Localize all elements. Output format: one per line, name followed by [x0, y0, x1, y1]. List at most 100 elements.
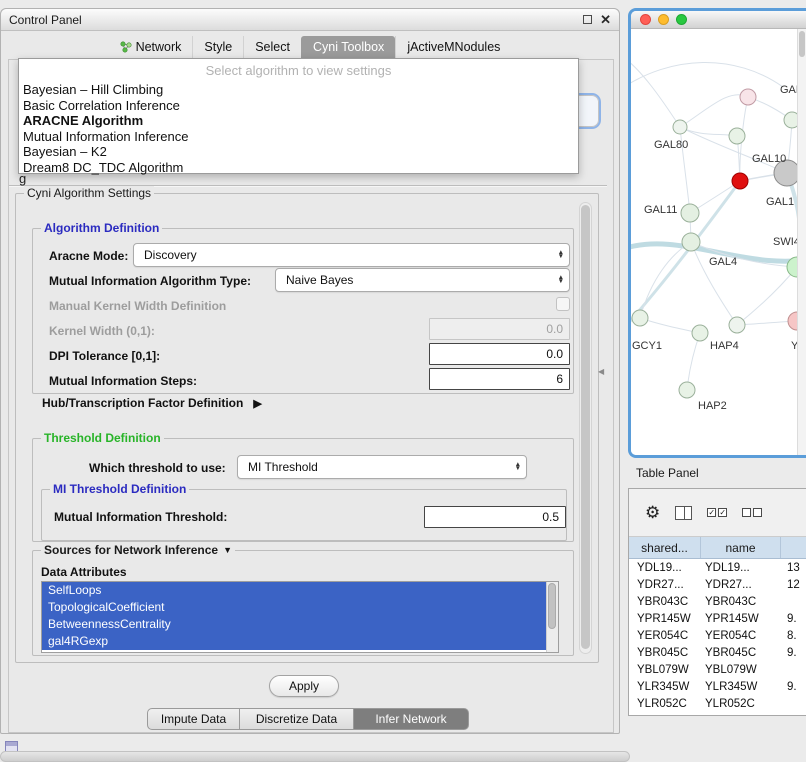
control-panel-titlebar[interactable]: Control Panel ✕: [1, 9, 619, 31]
tab-label: jActiveMNodules: [407, 40, 500, 54]
algorithm-option-mutual-information[interactable]: Mutual Information Inference: [19, 129, 578, 145]
threshold-type-value: MI Threshold: [248, 460, 318, 474]
expand-right-triangle-icon[interactable]: ▶: [253, 397, 261, 410]
attributes-list-scrollbar[interactable]: [546, 582, 558, 652]
cell-name: YDL19...: [701, 562, 781, 574]
tab-network[interactable]: Network: [109, 36, 193, 59]
HAP2-node[interactable]: [679, 382, 695, 398]
tab-infer-network[interactable]: Infer Network: [353, 708, 469, 730]
minimize-traffic-light-icon[interactable]: [658, 14, 669, 25]
GAL10-node[interactable]: [732, 173, 748, 189]
column-header-extra[interactable]: [781, 537, 806, 558]
float-panel-icon[interactable]: [583, 15, 592, 24]
gear-icon[interactable]: ⚙: [645, 504, 660, 521]
scrollbar-thumb[interactable]: [799, 31, 805, 57]
table-row[interactable]: YDL19... YDL19... 13: [629, 559, 806, 576]
manual-kernel-checkbox[interactable]: [556, 297, 570, 311]
network-edge[interactable]: [737, 267, 797, 325]
cell-shared-name: YPR145W: [629, 613, 701, 625]
cell-value: 9.: [781, 613, 806, 625]
network-graph[interactable]: GALGAL80GAL10GAL11GAL1SWI4GAL4GCY1HAP4YH…: [631, 29, 806, 455]
algorithm-option-basic-correlation[interactable]: Basic Correlation Inference: [19, 98, 578, 114]
attribute-item-selfloops[interactable]: SelfLoops: [42, 582, 546, 599]
GCY1-node[interactable]: [632, 310, 648, 326]
cyni-algorithm-settings-group: Cyni Algorithm Settings Algorithm Defini…: [15, 193, 599, 663]
GAL4-node[interactable]: [682, 233, 700, 251]
hub-transcription-section[interactable]: Hub/Transcription Factor Definition ▶: [42, 396, 262, 410]
table-toolbar: ⚙ ✓ ✓: [629, 489, 806, 537]
cell-name: YBL079W: [701, 664, 781, 676]
table-row[interactable]: YBR045C YBR045C 9.: [629, 644, 806, 661]
mi-type-select[interactable]: Naive Bayes ▲▼: [275, 268, 570, 292]
apply-button[interactable]: Apply: [269, 675, 339, 697]
algorithm-option-dream8[interactable]: Dream8 DC_TDC Algorithm: [19, 160, 578, 176]
table-panel-title: Table Panel: [636, 466, 699, 480]
network-node[interactable]: [729, 128, 745, 144]
mi-steps-input[interactable]: 6: [429, 368, 570, 390]
mi-threshold-input[interactable]: 0.5: [424, 506, 566, 528]
close-icon[interactable]: ✕: [600, 14, 611, 26]
settings-scrollbar[interactable]: [579, 202, 592, 654]
cell-name: YLR052C: [701, 698, 781, 710]
network-edge[interactable]: [631, 59, 680, 127]
zoom-traffic-light-icon[interactable]: [676, 14, 687, 25]
algorithm-option-bayesian-hill-climbing[interactable]: Bayesian – Hill Climbing: [19, 82, 578, 98]
HAP4-node[interactable]: [692, 325, 708, 341]
GAL11-node[interactable]: [681, 204, 699, 222]
network-edge[interactable]: [640, 318, 700, 333]
unchecked-boxes-icon[interactable]: [742, 508, 762, 517]
sources-group: Sources for Network Inference ▼ Data Att…: [32, 550, 574, 656]
scrollbar-thumb[interactable]: [548, 583, 556, 629]
column-selector-icon[interactable]: [675, 506, 692, 520]
algorithm-option-aracne[interactable]: ARACNE Algorithm: [19, 113, 578, 129]
threshold-type-select[interactable]: MI Threshold ▲▼: [237, 455, 527, 479]
tab-jactivemnodules[interactable]: jActiveMNodules: [395, 36, 511, 59]
checked-boxes-icon[interactable]: ✓ ✓: [707, 508, 727, 517]
cell-shared-name: YLR345W: [629, 681, 701, 693]
splitter-collapse-icon[interactable]: ◀: [598, 367, 604, 376]
close-traffic-light-icon[interactable]: [640, 14, 651, 25]
cell-shared-name: YDR27...: [629, 579, 701, 591]
attribute-item-betweennesscentrality[interactable]: BetweennessCentrality: [42, 616, 546, 633]
network-scrollbar[interactable]: [797, 29, 806, 455]
tab-cyni-toolbox[interactable]: Cyni Toolbox: [301, 36, 395, 59]
algorithm-definition-group: Algorithm Definition Aracne Mode: Discov…: [32, 228, 574, 394]
tab-impute-data[interactable]: Impute Data: [147, 708, 240, 730]
down-arrow-icon: ▼: [515, 467, 521, 472]
table-row[interactable]: YBR043C YBR043C: [629, 593, 806, 610]
aracne-mode-select[interactable]: Discovery ▲▼: [133, 243, 570, 267]
tab-discretize-data[interactable]: Discretize Data: [239, 708, 354, 730]
collapse-down-triangle-icon[interactable]: ▼: [223, 545, 232, 555]
network-edge[interactable]: [680, 95, 748, 127]
network-edge[interactable]: [631, 62, 783, 89]
cell-name: YER054C: [701, 630, 781, 642]
network-node[interactable]: [740, 89, 756, 105]
which-threshold-label: Which threshold to use:: [89, 461, 226, 475]
mi-steps-label: Mutual Information Steps:: [49, 374, 197, 388]
sources-group-title[interactable]: Sources for Network Inference ▼: [41, 543, 235, 557]
table-row[interactable]: YLR052C YLR052C: [629, 695, 806, 712]
network-node[interactable]: [729, 317, 745, 333]
network-edge[interactable]: [687, 333, 700, 390]
table-row[interactable]: YDR27... YDR27... 12: [629, 576, 806, 593]
node-label: HAP4: [710, 340, 739, 352]
attribute-item-gal4rgexp[interactable]: gal4RGexp: [42, 633, 546, 650]
table-row[interactable]: YER054C YER054C 8.: [629, 627, 806, 644]
scrollbar-thumb[interactable]: [581, 205, 590, 649]
network-node[interactable]: [673, 120, 687, 134]
network-window-titlebar[interactable]: [631, 11, 806, 29]
tab-style[interactable]: Style: [192, 36, 243, 59]
network-canvas[interactable]: GALGAL80GAL10GAL11GAL1SWI4GAL4GCY1HAP4YH…: [631, 29, 806, 455]
down-arrow-icon: ▼: [558, 280, 564, 285]
aracne-mode-label: Aracne Mode:: [49, 249, 128, 263]
table-row[interactable]: YBL079W YBL079W: [629, 661, 806, 678]
column-header-shared-name[interactable]: shared...: [629, 537, 701, 558]
table-row[interactable]: YPR145W YPR145W 9.: [629, 610, 806, 627]
tab-select[interactable]: Select: [243, 36, 301, 59]
algorithm-option-bayesian-k2[interactable]: Bayesian – K2: [19, 144, 578, 160]
attribute-item-topologicalcoefficient[interactable]: TopologicalCoefficient: [42, 599, 546, 616]
column-header-name[interactable]: name: [701, 537, 781, 558]
cell-shared-name: YBR043C: [629, 596, 701, 608]
dpi-tolerance-input[interactable]: 0.0: [429, 343, 570, 365]
table-row[interactable]: YLR345W YLR345W 9.: [629, 678, 806, 695]
